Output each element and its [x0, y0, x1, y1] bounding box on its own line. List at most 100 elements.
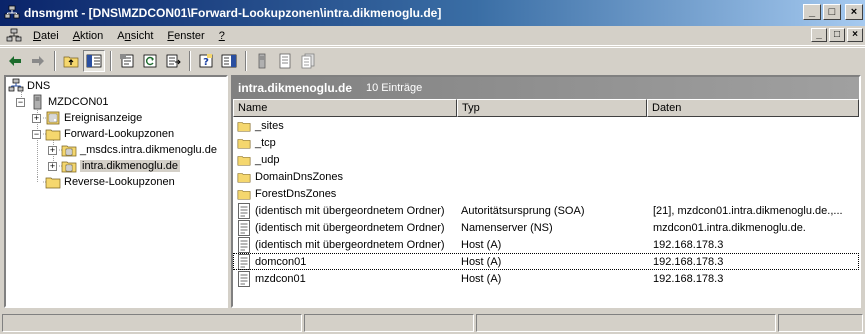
collapse-toggle[interactable]: −: [16, 97, 25, 107]
tree-item-forward-lookupzonen[interactable]: − Forward-Lookupzonen: [32, 126, 174, 142]
tree-item-intra-zone[interactable]: + intra.dikmenoglu.de: [48, 158, 181, 174]
child-minimize-button[interactable]: _: [811, 28, 827, 42]
show-hide-tree-button[interactable]: [83, 49, 105, 72]
help-button[interactable]: ?: [195, 50, 217, 72]
tree-item-dns[interactable]: DNS: [8, 78, 50, 94]
folder-icon: [237, 189, 251, 200]
show-hide-tree-icon: [86, 54, 102, 67]
show-hide-action-pane-button[interactable]: [218, 50, 240, 72]
record-icon: [279, 53, 291, 68]
expand-toggle[interactable]: +: [48, 161, 57, 171]
record-data: mzdcon01.intra.dikmenoglu.de.: [653, 221, 806, 234]
toolbar-separator: [110, 50, 112, 71]
record-name: _udp: [255, 153, 280, 166]
folder-icon: [237, 172, 251, 183]
folder-icon: [45, 129, 61, 141]
export-list-button[interactable]: [162, 50, 184, 72]
list-item[interactable]: mzdcon01 Host (A) 192.168.178.3: [233, 270, 859, 287]
server-button[interactable]: [251, 50, 273, 72]
record-name: mzdcon01: [255, 272, 306, 285]
tree-item-ereignisanzeige[interactable]: + Ereignisanzeige: [32, 110, 142, 126]
record-data: 192.168.178.3: [653, 272, 724, 285]
record-name: _tcp: [255, 136, 276, 149]
record-name: ForestDnsZones: [255, 187, 337, 200]
folder-icon: [237, 121, 251, 132]
menu-fenster[interactable]: Fenster: [160, 30, 211, 42]
record-icon: [238, 219, 250, 236]
column-header-typ[interactable]: Typ: [457, 99, 647, 117]
list-item[interactable]: DomainDnsZones: [233, 168, 859, 185]
entry-count: 10 Einträge: [366, 82, 423, 94]
record-type: Host (A): [461, 255, 502, 268]
record-icon: [238, 202, 250, 219]
record-type: Host (A): [461, 272, 502, 285]
record-name: _sites: [255, 119, 284, 132]
properties-button[interactable]: [116, 50, 138, 72]
tree-item-label: Forward-Lookupzonen: [64, 128, 175, 140]
folder-icon: [237, 138, 251, 149]
toolbar: ?: [0, 47, 865, 73]
list-item[interactable]: _udp: [233, 151, 859, 168]
show-hide-action-pane-icon: [221, 54, 237, 67]
zone-icon: [61, 161, 77, 173]
folder-icon: [237, 155, 251, 166]
list-item[interactable]: domcon01 Host (A) 192.168.178.3: [233, 253, 859, 270]
tree-item-mzdcon01[interactable]: − MZDCON01: [16, 94, 109, 110]
status-cell: [2, 314, 302, 332]
list-item[interactable]: _tcp: [233, 134, 859, 151]
toolbar-separator: [189, 50, 191, 71]
back-button[interactable]: [4, 50, 26, 72]
close-button[interactable]: ×: [845, 4, 863, 20]
record-type: Namenserver (NS): [461, 221, 553, 234]
forward-button[interactable]: [27, 50, 49, 72]
column-header-name[interactable]: Name: [233, 99, 457, 117]
menu-datei[interactable]: Datei: [26, 30, 66, 42]
expand-toggle[interactable]: +: [32, 113, 41, 123]
menu-aktion[interactable]: Aktion: [66, 30, 111, 42]
folder-icon: [45, 177, 61, 189]
collapse-toggle[interactable]: −: [32, 129, 41, 139]
zone-icon: [61, 145, 77, 157]
up-one-level-button[interactable]: [60, 50, 82, 72]
column-header: Name Typ Daten: [233, 99, 859, 117]
column-header-daten[interactable]: Daten: [647, 99, 859, 117]
maximize-button[interactable]: □: [823, 4, 841, 20]
refresh-button[interactable]: [139, 50, 161, 72]
svg-text:?: ?: [203, 57, 209, 68]
list-item[interactable]: (identisch mit übergeordnetem Ordner) Ho…: [233, 236, 859, 253]
list-item[interactable]: _sites: [233, 117, 859, 134]
minimize-button[interactable]: _: [803, 4, 821, 20]
record-data: [21], mzdcon01.intra.dikmenoglu.de.,...: [653, 204, 843, 217]
tree-item-reverse-lookupzonen[interactable]: Reverse-Lookupzonen: [45, 174, 175, 190]
record-icon: [238, 270, 250, 287]
record-name: (identisch mit übergeordnetem Ordner): [255, 238, 445, 251]
properties-icon: [120, 53, 134, 67]
menu-bar: Datei Aktion Ansicht Fenster ? _ □ ×: [0, 26, 865, 46]
list-item[interactable]: ForestDnsZones: [233, 185, 859, 202]
records-button[interactable]: [297, 50, 319, 72]
server-icon: [33, 94, 42, 110]
console-tree[interactable]: DNS − MZDCON01 + Ereignisanzeige − Forwa…: [4, 75, 228, 308]
dns-app-icon[interactable]: [6, 28, 22, 44]
menu-help[interactable]: ?: [212, 30, 232, 42]
list-item[interactable]: (identisch mit übergeordnetem Ordner) Au…: [233, 202, 859, 219]
list-item[interactable]: (identisch mit übergeordnetem Ordner) Na…: [233, 219, 859, 236]
tree-item-label: DNS: [27, 80, 51, 92]
status-bar: [0, 312, 865, 334]
refresh-icon: [143, 54, 157, 67]
records-icon: [301, 53, 315, 68]
record-data: 192.168.178.3: [653, 255, 724, 268]
server-icon: [258, 53, 266, 68]
tree-item-msdcs-zone[interactable]: + _msdcs.intra.dikmenoglu.de: [48, 142, 217, 158]
dns-icon: [8, 78, 24, 92]
menu-ansicht[interactable]: Ansicht: [110, 30, 160, 42]
tree-item-label: intra.dikmenoglu.de: [80, 160, 181, 172]
child-restore-button[interactable]: □: [829, 28, 845, 42]
title-bar[interactable]: dnsmgmt - [DNS\MZDCON01\Forward-Lookupzo…: [0, 0, 865, 26]
record-button[interactable]: [274, 50, 296, 72]
expand-toggle[interactable]: +: [48, 145, 57, 155]
child-close-button[interactable]: ×: [847, 28, 863, 42]
forward-icon: [32, 55, 44, 66]
record-type: Autoritätsursprung (SOA): [461, 204, 585, 217]
result-pane: intra.dikmenoglu.de 10 Einträge Name Typ…: [231, 75, 861, 308]
